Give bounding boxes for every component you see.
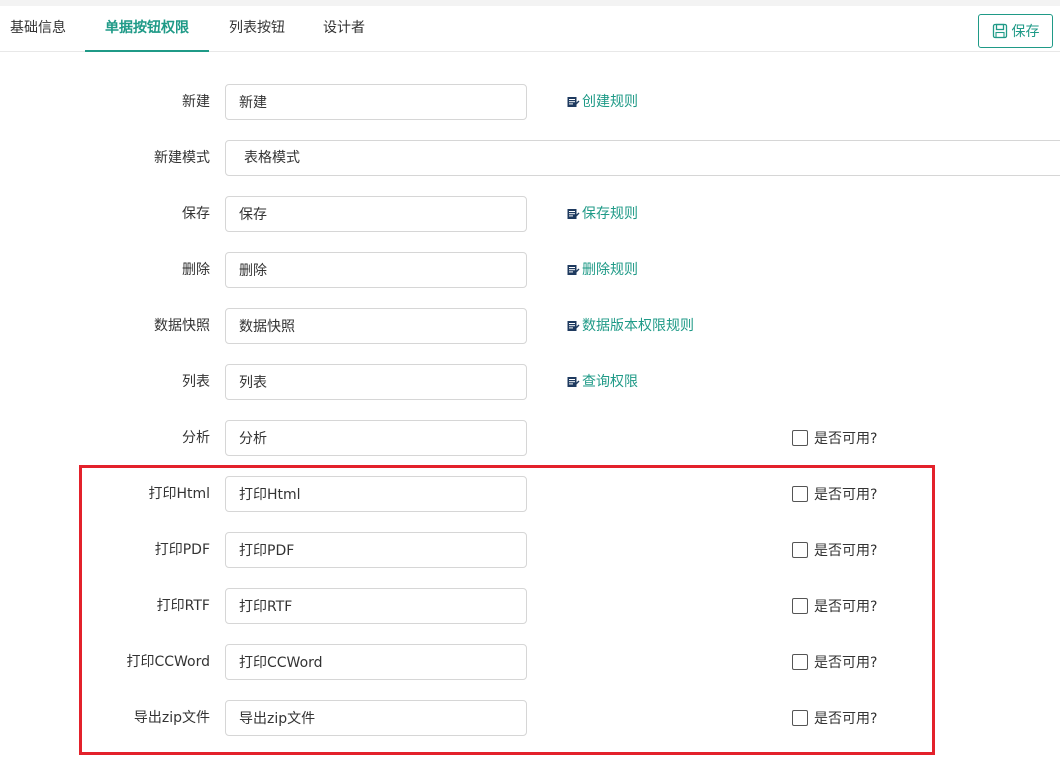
tab-basic-info[interactable]: 基础信息 xyxy=(0,6,76,52)
field-label: 打印Html xyxy=(148,486,210,502)
button-name-input[interactable] xyxy=(225,364,527,400)
field-label: 数据快照 xyxy=(154,318,210,334)
field-label: 导出zip文件 xyxy=(133,710,210,726)
enabled-checkbox[interactable] xyxy=(792,542,808,558)
form-row: 导出zip文件 是否可用? xyxy=(0,700,1060,736)
rule-link[interactable]: 保存规则 xyxy=(567,196,638,232)
enabled-option: 是否可用? xyxy=(792,644,877,680)
field-label: 打印PDF xyxy=(154,542,210,558)
edit-note-icon xyxy=(567,265,580,275)
form-row: 新建 创建规则 xyxy=(0,84,1060,120)
enabled-checkbox[interactable] xyxy=(792,430,808,446)
button-name-input[interactable] xyxy=(225,644,527,680)
enabled-checkbox-label: 是否可用? xyxy=(814,599,878,615)
enabled-checkbox-label: 是否可用? xyxy=(814,711,878,727)
form-row: 分析 是否可用? xyxy=(0,420,1060,456)
rule-link-label: 数据版本权限规则 xyxy=(582,318,694,334)
form-row: 打印PDF 是否可用? xyxy=(0,532,1060,568)
enabled-checkbox-label: 是否可用? xyxy=(814,487,878,503)
enabled-option: 是否可用? xyxy=(792,476,877,512)
field-label: 打印CCWord xyxy=(126,654,210,670)
form-row: 数据快照 数据版本权限规则 xyxy=(0,308,1060,344)
enabled-checkbox[interactable] xyxy=(792,710,808,726)
field-label: 分析 xyxy=(182,430,210,446)
button-name-input[interactable] xyxy=(225,420,527,456)
form-row: 新建模式 表格模式 xyxy=(0,140,1060,176)
enabled-checkbox[interactable] xyxy=(792,598,808,614)
save-button[interactable]: 保存 xyxy=(978,14,1053,48)
enabled-option: 是否可用? xyxy=(792,420,877,456)
field-label: 保存 xyxy=(182,206,210,222)
enabled-checkbox-label: 是否可用? xyxy=(814,543,878,559)
rule-link[interactable]: 数据版本权限规则 xyxy=(567,308,694,344)
create-mode-select[interactable]: 表格模式 xyxy=(225,140,1060,176)
field-label: 新建模式 xyxy=(154,150,210,166)
enabled-checkbox-label: 是否可用? xyxy=(814,655,878,671)
tab-form-button-permissions[interactable]: 单据按钮权限 xyxy=(85,6,209,52)
field-label: 新建 xyxy=(182,94,210,110)
edit-note-icon xyxy=(567,97,580,107)
button-name-input[interactable] xyxy=(225,476,527,512)
form-row: 删除 删除规则 xyxy=(0,252,1060,288)
rule-link[interactable]: 查询权限 xyxy=(567,364,638,400)
form-row: 打印RTF 是否可用? xyxy=(0,588,1060,624)
edit-note-icon xyxy=(567,321,580,331)
floppy-disk-icon xyxy=(992,23,1007,39)
rule-link-label: 查询权限 xyxy=(582,374,638,390)
enabled-option: 是否可用? xyxy=(792,700,877,736)
rule-link[interactable]: 创建规则 xyxy=(567,84,638,120)
save-button-label: 保存 xyxy=(1011,24,1040,40)
enabled-option: 是否可用? xyxy=(792,532,877,568)
field-label: 打印RTF xyxy=(156,598,210,614)
enabled-checkbox[interactable] xyxy=(792,486,808,502)
form-row: 打印CCWord 是否可用? xyxy=(0,644,1060,680)
button-name-input[interactable] xyxy=(225,252,527,288)
edit-note-icon xyxy=(567,209,580,219)
form-row: 打印Html 是否可用? xyxy=(0,476,1060,512)
rule-link-label: 保存规则 xyxy=(582,206,638,222)
form-row: 保存 保存规则 xyxy=(0,196,1060,232)
rule-link[interactable]: 删除规则 xyxy=(567,252,638,288)
button-name-input[interactable] xyxy=(225,308,527,344)
enabled-checkbox[interactable] xyxy=(792,654,808,670)
tab-designer[interactable]: 设计者 xyxy=(314,6,374,52)
button-name-input[interactable] xyxy=(225,700,527,736)
form-row: 列表 查询权限 xyxy=(0,364,1060,400)
tab-bar: 基础信息 单据按钮权限 列表按钮 设计者 保存 xyxy=(0,6,1060,52)
field-label: 列表 xyxy=(182,374,210,390)
rule-link-label: 删除规则 xyxy=(582,262,638,278)
field-label: 删除 xyxy=(182,262,210,278)
enabled-option: 是否可用? xyxy=(792,588,877,624)
button-name-input[interactable] xyxy=(225,588,527,624)
button-name-input[interactable] xyxy=(225,84,527,120)
button-name-input[interactable] xyxy=(225,532,527,568)
enabled-checkbox-label: 是否可用? xyxy=(814,431,878,447)
edit-note-icon xyxy=(567,377,580,387)
button-name-input[interactable] xyxy=(225,196,527,232)
tab-list-buttons[interactable]: 列表按钮 xyxy=(219,6,295,52)
rule-link-label: 创建规则 xyxy=(582,94,638,110)
